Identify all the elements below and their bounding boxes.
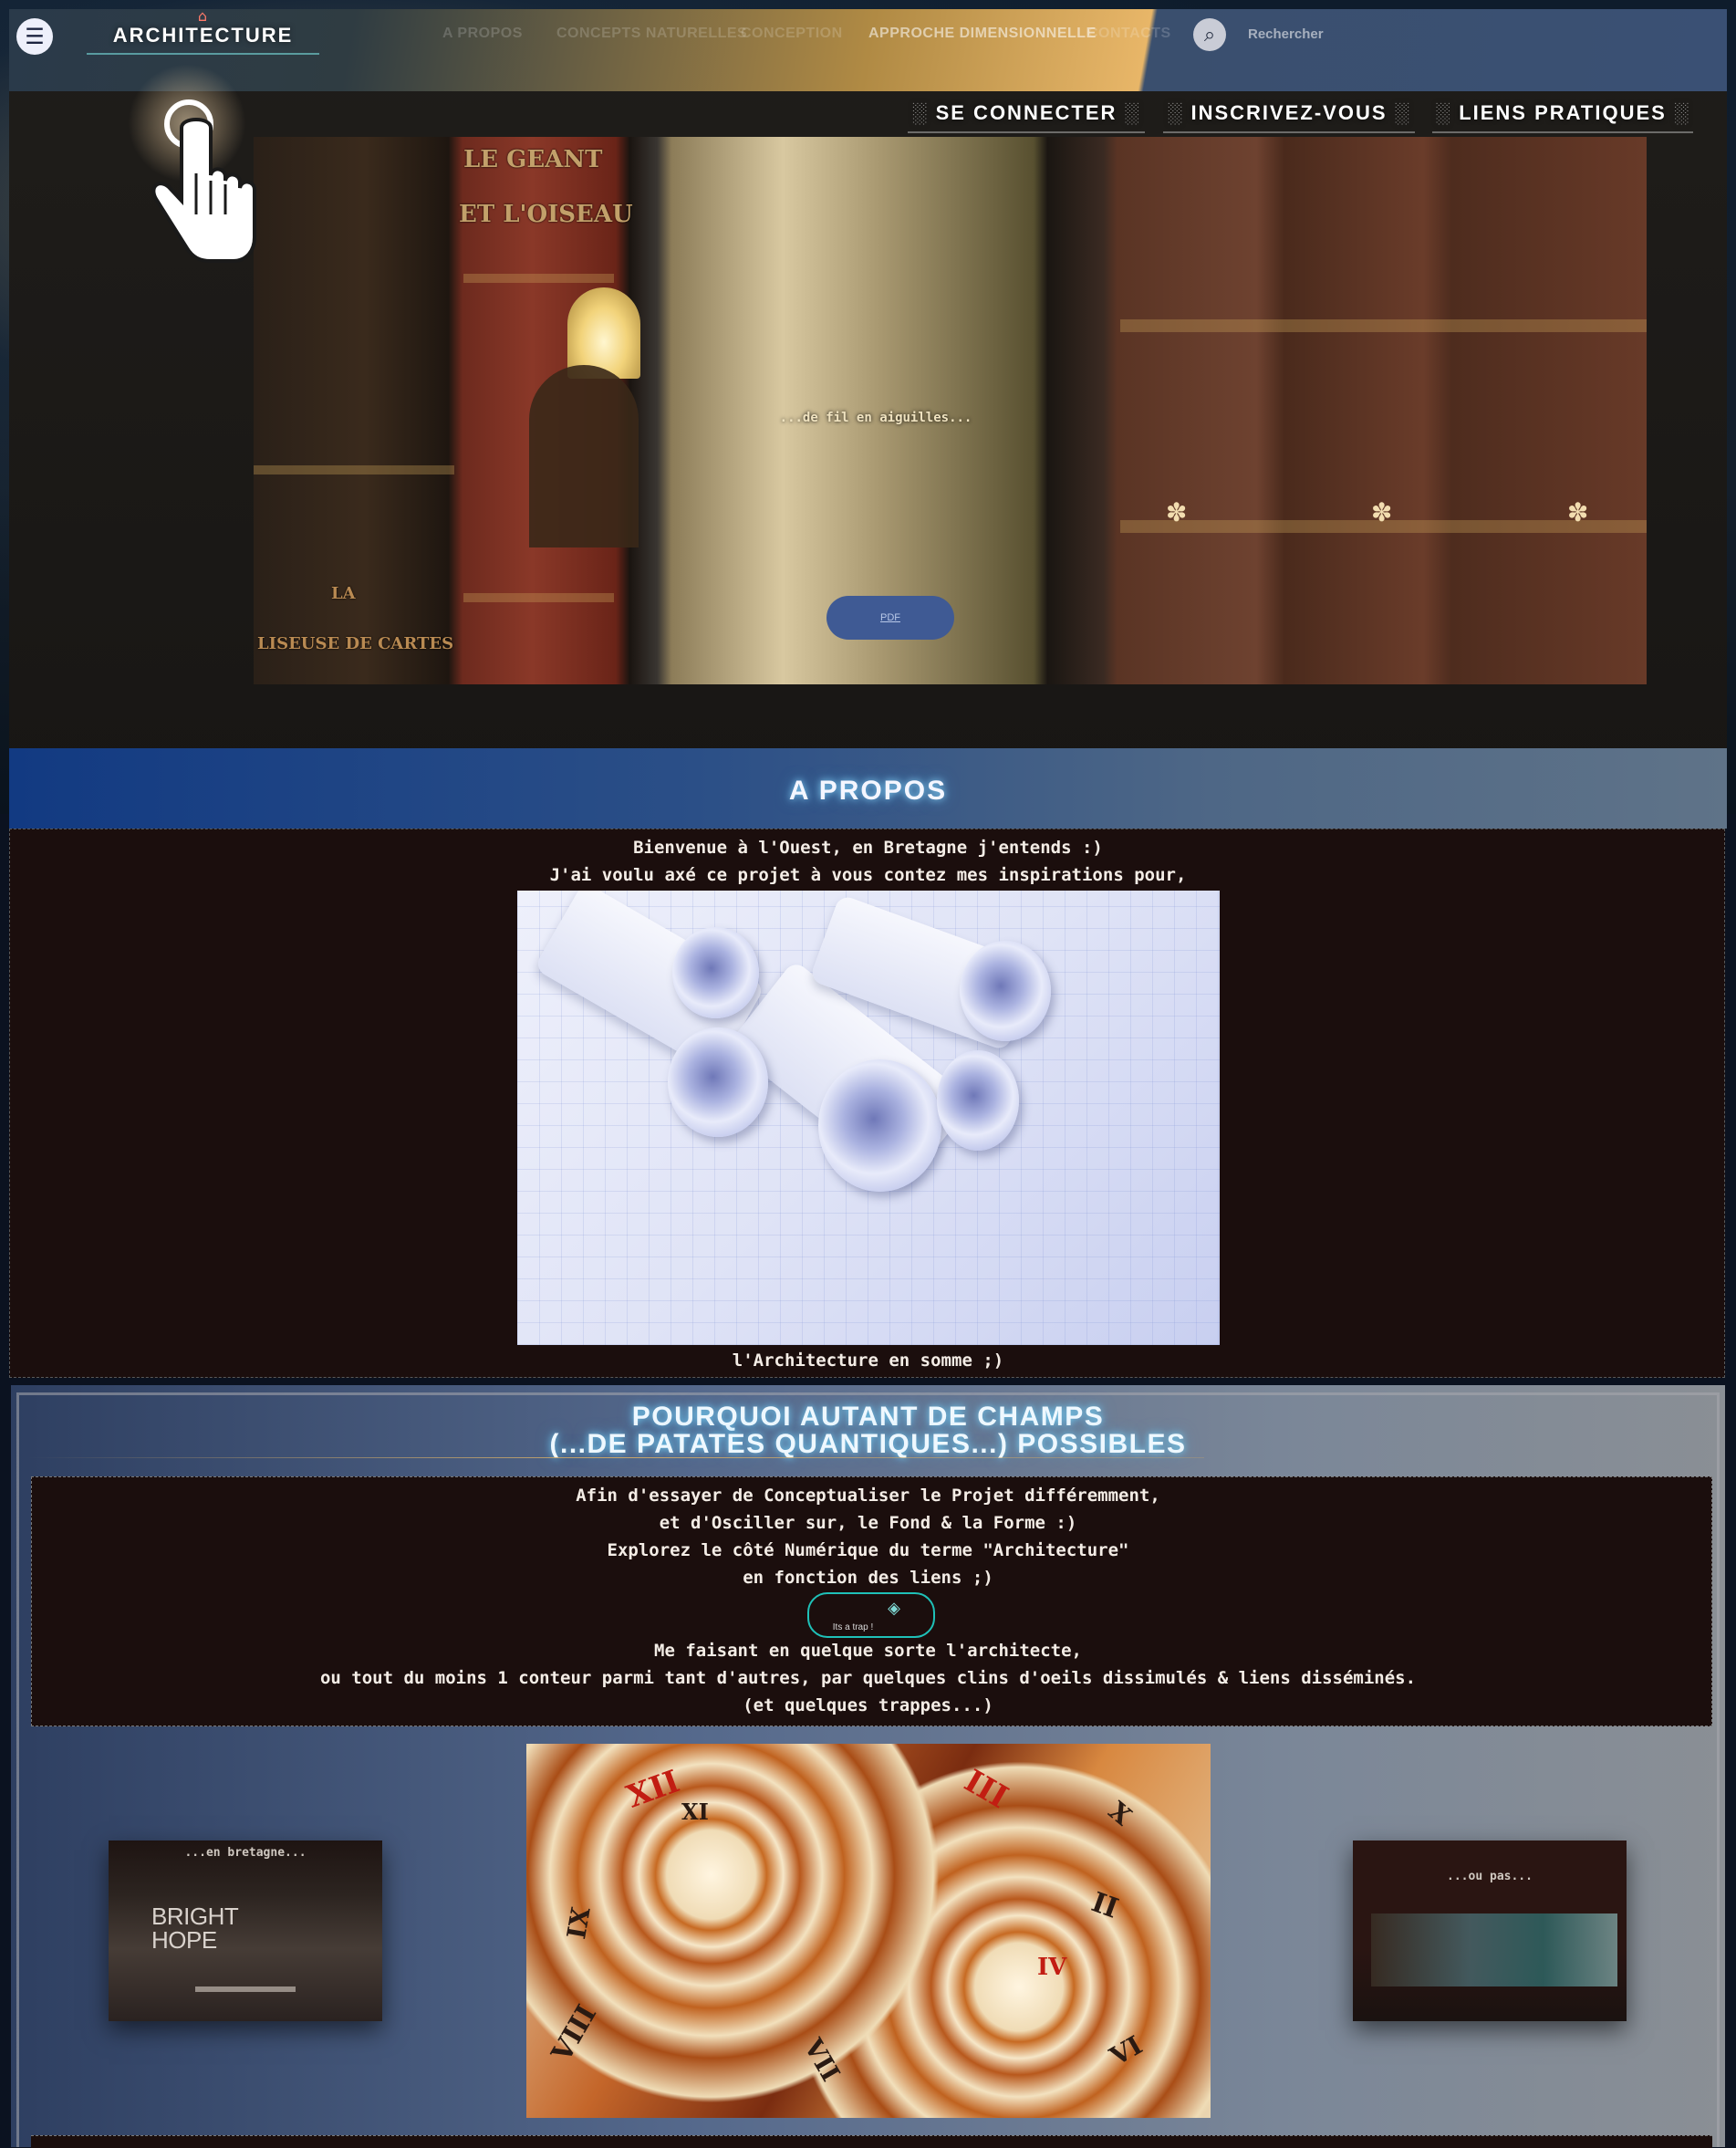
register-button[interactable]: ░ INSCRIVEZ-VOUS ░ xyxy=(1163,97,1415,133)
hatch-right: ░ xyxy=(1124,101,1141,124)
banner-caption: ...de fil en aiguilles... xyxy=(779,411,972,425)
intro-line: Bienvenue à l'Ouest, en Bretagne j'enten… xyxy=(633,838,1103,858)
paper-roll-end xyxy=(937,1050,1019,1151)
book-title: LA xyxy=(331,584,356,603)
hatch-left: ░ xyxy=(1435,101,1452,124)
section-divider xyxy=(27,1457,1204,1458)
nav-contacts[interactable]: CONTACTS xyxy=(1087,26,1171,42)
spine-band xyxy=(1120,319,1647,332)
concept-line: ou tout du moins 1 conteur parmi tant d'… xyxy=(319,1668,1417,1688)
clock-numeral: XII xyxy=(621,1763,685,1816)
blueprint-caption: l'Architecture en somme ;) xyxy=(732,1350,1004,1371)
pdf-button[interactable]: PDF xyxy=(826,596,954,640)
section-title-line2: (...DE PATATES QUANTIQUES...) POSSIBLES xyxy=(549,1429,1187,1459)
hatch-right: ░ xyxy=(1673,101,1690,124)
clock-numeral: VIII xyxy=(546,1999,604,2068)
paper-roll-end xyxy=(818,1059,941,1192)
concept-line: (et quelques trappes...) xyxy=(743,1695,993,1715)
hamburger-menu-icon[interactable]: ☰ xyxy=(16,18,53,55)
next-panel-edge xyxy=(31,2135,1712,2148)
section-title-line1: POURQUOI AUTANT DE CHAMPS xyxy=(631,1402,1105,1432)
thumbnail-caption: ...en bretagne... xyxy=(184,1846,307,1860)
spine-band xyxy=(254,465,454,474)
concept-line: Me faisant en quelque sorte l'architecte… xyxy=(654,1641,1082,1661)
paper-roll-end xyxy=(672,927,759,1018)
nav-apropos[interactable]: A PROPOS xyxy=(442,26,523,42)
clock-numeral: IX xyxy=(561,1904,597,1942)
apropos-title: A PROPOS xyxy=(788,776,948,806)
paper-roll-end xyxy=(668,1027,768,1137)
diamond-icon: ◈ xyxy=(888,1599,900,1618)
concept-line: Afin d'essayer de Conceptualiser le Proj… xyxy=(576,1486,1160,1506)
intro-line: J'ai voulu axé ce projet à vous contez m… xyxy=(549,865,1187,885)
nav-concepts[interactable]: CONCEPTS NATURELLES xyxy=(556,26,747,42)
book-title: LE GEANT xyxy=(463,146,603,173)
useful-links-button[interactable]: ░ LIENS PRATIQUES ░ xyxy=(1432,97,1693,133)
concept-line: Explorez le côté Numérique du terme "Arc… xyxy=(607,1540,1129,1560)
site-brand[interactable]: ARCHITECTURE xyxy=(87,24,319,55)
silhouette-illustration xyxy=(529,365,639,547)
rosette-icon: ✽ xyxy=(1567,497,1589,527)
spine-band xyxy=(463,274,614,283)
hand-pointer-icon xyxy=(151,99,256,263)
thumbnail-caption: ...ou pas... xyxy=(1447,1870,1533,1883)
bright-hope-text: BRIGHT HOPE xyxy=(151,1903,238,1954)
spine-band xyxy=(463,593,614,602)
concept-line: en fonction des liens ;) xyxy=(743,1568,993,1588)
login-button[interactable]: ░ SE CONNECTER ░ xyxy=(908,97,1145,133)
spiral-clock-image: XII XI IX VIII III II IV VII X VI xyxy=(526,1744,1211,2118)
concept-line: et d'Osciller sur, le Fond & la Forme :) xyxy=(659,1513,1077,1533)
rosette-icon: ✽ xyxy=(1166,497,1188,527)
useful-links-label: LIENS PRATIQUES xyxy=(1459,101,1667,124)
lab-scene xyxy=(1371,1913,1617,1986)
trap-label: Its a trap ! xyxy=(832,1622,874,1632)
clock-numeral: II xyxy=(1086,1886,1123,1925)
search-label[interactable]: Rechercher xyxy=(1248,26,1324,42)
search-icon[interactable]: ⌕ xyxy=(1193,18,1226,51)
blueprint-image xyxy=(517,891,1220,1345)
clock-numeral: VII xyxy=(797,2033,847,2087)
light-strip xyxy=(195,1986,296,1992)
hatch-left: ░ xyxy=(911,101,929,124)
hatch-left: ░ xyxy=(1167,101,1184,124)
clock-numeral: XI xyxy=(681,1799,709,1825)
clock-numeral: X xyxy=(1102,1795,1138,1832)
home-icon[interactable]: ⌂ xyxy=(193,7,212,25)
rosette-icon: ✽ xyxy=(1371,497,1393,527)
clock-numeral: III xyxy=(958,1762,1014,1817)
nav-approche-dimensionnelle[interactable]: APPROCHE DIMENSIONNELLE xyxy=(868,26,1097,42)
login-label: SE CONNECTER xyxy=(935,101,1117,124)
hatch-right: ░ xyxy=(1394,101,1411,124)
paper-roll-end xyxy=(960,941,1051,1041)
clock-numeral: IV xyxy=(1037,1954,1067,1981)
register-label: INSCRIVEZ-VOUS xyxy=(1190,101,1388,124)
book-title: LISEUSE DE CARTES xyxy=(257,634,454,653)
book-title: ET L'OISEAU xyxy=(459,201,633,228)
nav-conception[interactable]: CONCEPTION xyxy=(741,26,843,42)
clock-numeral: VI xyxy=(1105,2029,1148,2072)
ou-pas-thumbnail[interactable]: ...ou pas... xyxy=(1353,1840,1627,2021)
